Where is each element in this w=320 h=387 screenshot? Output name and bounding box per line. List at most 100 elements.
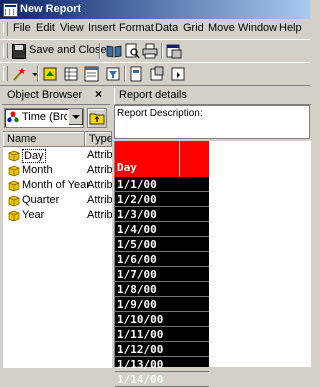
attribute-icon: [8, 195, 20, 207]
attribute-icon: [8, 180, 20, 192]
toolbar-grip[interactable]: [3, 66, 8, 81]
item-name: Year: [22, 209, 45, 221]
properties-icon[interactable]: [166, 43, 182, 59]
print-preview-icon[interactable]: [124, 43, 140, 59]
item-name: Quarter: [22, 194, 60, 206]
grid-cell: 1/2/00: [117, 193, 157, 206]
grid-cell: 1/8/00: [117, 283, 157, 296]
toolbar-separator: [37, 66, 39, 82]
menu-data[interactable]: Data: [155, 22, 178, 34]
standard-toolbar: Save and Close: [0, 39, 310, 63]
grid-header-divider: [179, 141, 180, 177]
toolbar-grip[interactable]: [3, 43, 8, 58]
object-browser-panel: Object Browser × Time (Bro Name Type Day…: [0, 86, 112, 368]
table-row[interactable]: 1/11/00: [115, 327, 209, 342]
hierarchy-icon: [7, 111, 19, 123]
grid-cell: 1/12/00: [117, 343, 164, 356]
print-icon[interactable]: [142, 43, 158, 59]
list-item[interactable]: Month Attrib: [3, 163, 112, 178]
table-row[interactable]: 1/7/00: [115, 267, 209, 282]
folder-up-button[interactable]: [87, 108, 107, 128]
item-name: Day: [22, 149, 46, 163]
report-toolbar: [0, 62, 310, 86]
page-view-icon[interactable]: [128, 66, 144, 82]
column-header-name[interactable]: Name: [3, 132, 85, 147]
item-type: Attrib: [87, 194, 112, 206]
folder-up-icon: [89, 113, 105, 125]
table-row[interactable]: 1/5/00: [115, 237, 209, 252]
table-row[interactable]: 1/8/00: [115, 282, 209, 297]
floppy-disk-icon: [12, 44, 26, 59]
menu-grip[interactable]: [3, 22, 8, 36]
grid-cell: 1/4/00: [117, 223, 157, 236]
filter-icon[interactable]: [105, 66, 121, 82]
grid-header[interactable]: Day: [115, 141, 209, 177]
table-row[interactable]: 1/4/00: [115, 222, 209, 237]
toolbar-separator: [99, 43, 101, 59]
run-report-icon[interactable]: [170, 66, 186, 82]
menu-view[interactable]: View: [60, 22, 84, 34]
table-row[interactable]: 1/10/00: [115, 312, 209, 327]
menu-edit[interactable]: Edit: [36, 22, 55, 34]
report-details-title: Report details: [119, 89, 187, 101]
list-item[interactable]: Year Attrib: [3, 208, 112, 223]
export-icon[interactable]: [149, 66, 165, 82]
table-row[interactable]: 1/6/00: [115, 252, 209, 267]
report-view-icon[interactable]: [84, 66, 100, 82]
attribute-icon: [8, 210, 20, 222]
attribute-icon: [8, 165, 20, 177]
grid-cell: 1/1/00: [117, 178, 157, 191]
object-browser-header: Object Browser ×: [2, 86, 110, 105]
table-row[interactable]: 1/12/00: [115, 342, 209, 357]
close-icon[interactable]: ×: [95, 87, 102, 101]
object-browser-title: Object Browser: [7, 89, 83, 101]
item-type: Attrib: [87, 179, 112, 191]
chevron-down-icon[interactable]: [27, 66, 43, 82]
item-type: Attrib: [87, 209, 112, 221]
grid-view-icon[interactable]: [63, 66, 79, 82]
grid-cell: 1/11/00: [117, 328, 164, 341]
column-header-type[interactable]: Type: [85, 132, 112, 147]
table-row[interactable]: 1/14/00: [115, 372, 209, 387]
item-type: Attrib: [87, 164, 112, 176]
title-bar: New Report: [0, 0, 310, 19]
object-list: Name Type Day Attrib Month Attrib Month …: [3, 131, 112, 368]
table-row[interactable]: 1/2/00: [115, 192, 209, 207]
menu-format[interactable]: Format: [119, 22, 154, 34]
table-row[interactable]: 1/3/00: [115, 207, 209, 222]
table-row[interactable]: 1/1/00: [115, 177, 209, 192]
grid-cell: 1/6/00: [117, 253, 157, 266]
table-row[interactable]: 1/9/00: [115, 297, 209, 312]
list-item[interactable]: Month of Year Attrib: [3, 178, 112, 193]
report-grid: Day 1/1/00 1/2/00 1/3/00 1/4/00 1/5/00 1…: [115, 141, 209, 387]
folder-select[interactable]: Time (Bro: [4, 108, 84, 128]
grid-cell: 1/5/00: [117, 238, 157, 251]
report-details-header: Report details: [114, 86, 311, 105]
wizard-wand-icon[interactable]: [11, 66, 27, 82]
grid-cell: 1/9/00: [117, 298, 157, 311]
menu-help[interactable]: Help: [279, 22, 302, 34]
list-item[interactable]: Quarter Attrib: [3, 193, 112, 208]
item-type: Attrib: [87, 149, 112, 161]
cube-tool-icon[interactable]: [42, 66, 58, 82]
app-icon: [3, 3, 18, 17]
report-description-field[interactable]: Report Description:: [114, 105, 310, 139]
menu-move[interactable]: Move: [208, 22, 235, 34]
item-name: Month: [22, 164, 53, 176]
menu-file[interactable]: File: [13, 22, 31, 34]
attribute-icon: [8, 150, 20, 162]
list-item[interactable]: Day Attrib: [3, 148, 112, 163]
report-grid-area[interactable]: Day 1/1/00 1/2/00 1/3/00 1/4/00 1/5/00 1…: [114, 141, 311, 387]
grid-header-label: Day: [117, 161, 137, 174]
chevron-down-icon[interactable]: [68, 109, 83, 125]
table-row[interactable]: 1/13/00: [115, 357, 209, 372]
menu-window[interactable]: Window: [238, 22, 277, 34]
menu-bar: File Edit View Insert Format Data Grid M…: [0, 19, 310, 40]
grid-cell: 1/7/00: [117, 268, 157, 281]
menu-insert[interactable]: Insert: [88, 22, 116, 34]
grid-cell: 1/3/00: [117, 208, 157, 221]
open-book-icon[interactable]: [106, 43, 122, 59]
report-description-label: Report Description:: [117, 108, 203, 119]
menu-grid[interactable]: Grid: [183, 22, 204, 34]
window-title: New Report: [20, 3, 82, 15]
